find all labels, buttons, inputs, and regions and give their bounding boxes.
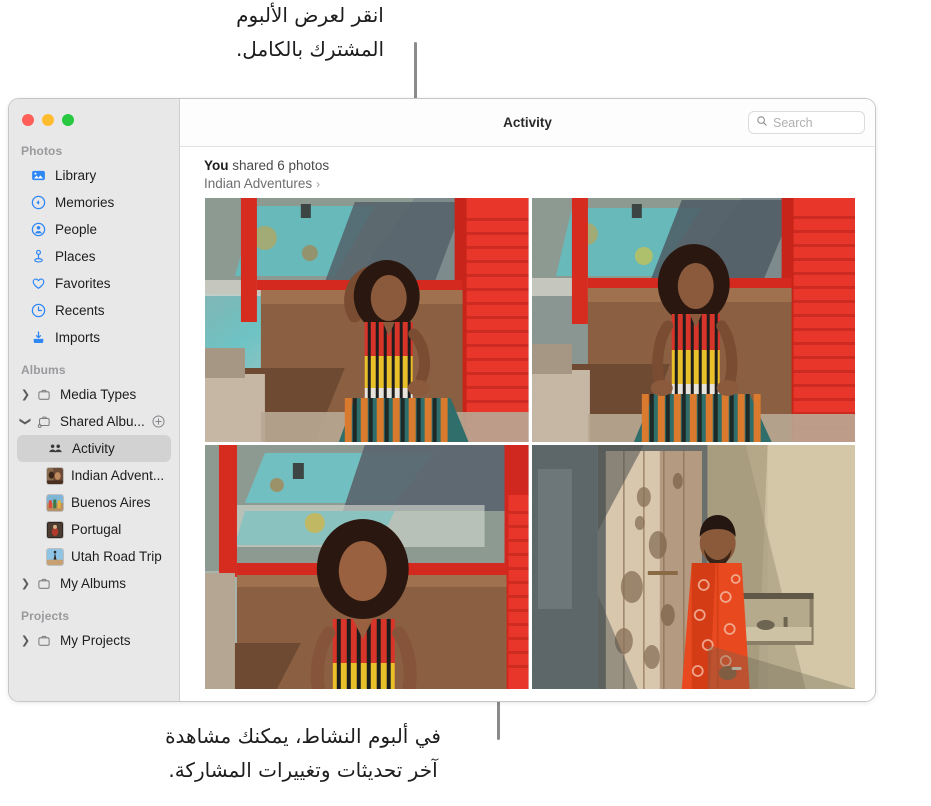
sidebar-item-portugal[interactable]: Portugal: [17, 516, 171, 543]
clock-icon: [29, 301, 48, 320]
album-thumbnail-indian: [46, 466, 64, 485]
sidebar-item-label: Indian Advent...: [71, 468, 165, 483]
import-download-icon: [29, 328, 48, 347]
photo-thumbnail[interactable]: [531, 445, 855, 689]
heart-icon: [29, 274, 48, 293]
sidebar-item-label: Activity: [72, 441, 115, 456]
sidebar-item-label: People: [55, 222, 98, 237]
search-icon: [756, 114, 768, 132]
sidebar-item-label: Places: [55, 249, 96, 264]
sidebar-item-my-albums[interactable]: ❯ My Albums: [17, 570, 171, 597]
window-traffic-lights: [9, 99, 179, 137]
activity-feed[interactable]: You shared 6 photos Indian Adventures ›: [180, 147, 875, 701]
chevron-down-icon[interactable]: ❯: [19, 413, 32, 430]
sidebar-item-favorites[interactable]: Favorites: [17, 270, 171, 297]
sidebar-item-label: My Projects: [60, 633, 131, 648]
photo-thumbnail[interactable]: [205, 445, 529, 689]
content-area: Activity Search You shared 6 photos Indi…: [180, 99, 875, 701]
chevron-right-icon[interactable]: ❯: [17, 634, 34, 647]
sidebar-item-library[interactable]: Library: [17, 162, 171, 189]
sidebar-item-utah-road-trip[interactable]: Utah Road Trip: [17, 543, 171, 570]
photo-thumbnail[interactable]: [205, 198, 529, 442]
sidebar-item-memories[interactable]: Memories: [17, 189, 171, 216]
photo-grid: [205, 198, 855, 689]
sidebar-section-albums-label: Albums: [21, 363, 66, 377]
sidebar-item-label: Shared Albu...: [60, 414, 145, 429]
sidebar-item-label: Favorites: [55, 276, 111, 291]
sidebar-item-media-types[interactable]: ❯ Media Types: [17, 381, 171, 408]
sidebar-item-buenos-aires[interactable]: Buenos Aires: [17, 489, 171, 516]
close-button[interactable]: [22, 114, 34, 126]
photo-thumbnail[interactable]: [531, 198, 855, 442]
sidebar-item-label: Media Types: [60, 387, 137, 402]
sidebar-item-people[interactable]: People: [17, 216, 171, 243]
zoom-button[interactable]: [62, 114, 74, 126]
sidebar-item-label: Recents: [55, 303, 105, 318]
person-circle-icon: [29, 220, 48, 239]
sidebar-item-label: Utah Road Trip: [71, 549, 162, 564]
chevron-right-icon[interactable]: ❯: [17, 388, 34, 401]
sidebar-item-label: My Albums: [60, 576, 127, 591]
album-thumbnail-portugal: [46, 520, 64, 539]
album-thumbnail-buenos-aires: [46, 493, 64, 512]
sidebar-item-recents[interactable]: Recents: [17, 297, 171, 324]
sidebar-item-indian-adventures[interactable]: Indian Advent...: [17, 462, 171, 489]
callout-bottom-text: في ألبوم النشاط، يمكنك مشاهدة آخر تحديثا…: [165, 724, 441, 782]
chevron-right-icon[interactable]: ❯: [17, 577, 34, 590]
photo-library-icon: [29, 166, 48, 185]
shared-folder-icon: [34, 412, 53, 431]
sidebar-item-label: Buenos Aires: [71, 495, 151, 510]
search-placeholder-text: Search: [773, 115, 813, 130]
sidebar-item-places[interactable]: Places: [17, 243, 171, 270]
callout-top-text: انقر لعرض الألبوم المشترك بالكامل.: [235, 3, 385, 61]
sidebar-item-my-projects[interactable]: ❯ My Projects: [17, 627, 171, 654]
share-activity-header: You shared 6 photos Indian Adventures ›: [180, 158, 875, 198]
sidebar-item-activity[interactable]: Activity: [17, 435, 171, 462]
sidebar-item-label: Portugal: [71, 522, 122, 537]
minimize-button[interactable]: [42, 114, 54, 126]
album-link[interactable]: Indian Adventures ›: [204, 176, 320, 191]
search-input[interactable]: Search: [748, 111, 865, 134]
map-pin-icon: [29, 247, 48, 266]
share-summary-suffix: shared 6 photos: [228, 158, 330, 173]
share-summary-text: You shared 6 photos: [204, 158, 875, 173]
folder-icon: [34, 574, 53, 593]
album-thumbnail-utah: [46, 547, 64, 566]
sidebar-item-label: Imports: [55, 330, 101, 345]
screenshot-root: انقر لعرض الألبوم المشترك بالكامل. في أل…: [0, 0, 931, 806]
chevron-right-icon: ›: [316, 176, 321, 191]
photos-app-window: Photos Library Memories People Places Fa…: [8, 98, 876, 702]
sidebar-item-label: Library: [55, 168, 97, 183]
folder-icon: [34, 631, 53, 650]
sidebar-item-shared-albums[interactable]: ❯ Shared Albu...: [17, 408, 171, 435]
sidebar-section-photos-label: Photos: [21, 144, 63, 158]
share-actor-name: You: [204, 158, 229, 173]
sidebar: Photos Library Memories People Places Fa…: [9, 99, 180, 701]
sidebar-item-imports[interactable]: Imports: [17, 324, 171, 351]
folder-icon: [34, 385, 53, 404]
people-icon: [46, 439, 65, 458]
add-circle-icon[interactable]: [151, 414, 166, 429]
album-link-label: Indian Adventures: [204, 176, 313, 191]
memories-rewind-icon: [29, 193, 48, 212]
sidebar-item-label: Memories: [55, 195, 115, 210]
sidebar-section-projects-label: Projects: [21, 609, 70, 623]
toolbar: Activity Search: [180, 99, 875, 147]
